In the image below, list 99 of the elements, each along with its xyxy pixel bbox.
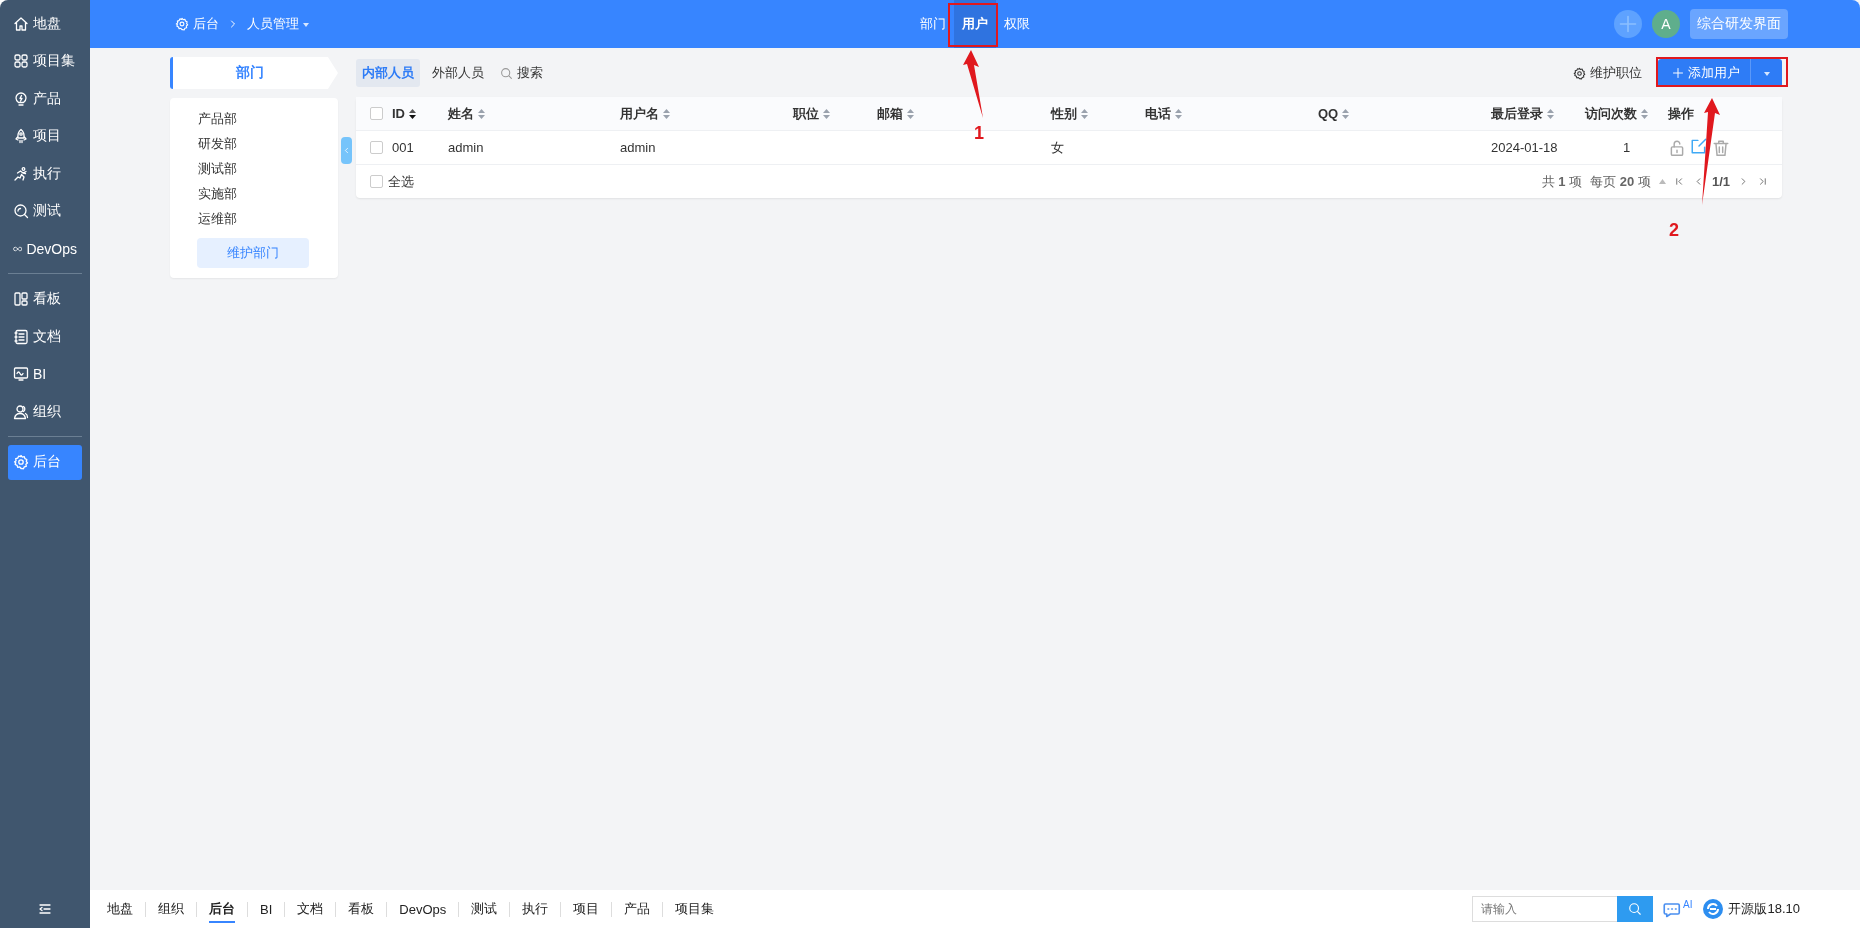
- runner-icon: [13, 165, 29, 182]
- search-icon: [13, 203, 29, 220]
- column-header: 姓名: [448, 104, 474, 123]
- plus-icon: [1672, 67, 1684, 79]
- column-header: 邮箱: [877, 104, 903, 123]
- search-icon: [500, 66, 513, 80]
- bottom-tab[interactable]: 看板: [336, 890, 387, 928]
- menu-icon: [37, 901, 53, 917]
- column-header: 电话: [1145, 104, 1171, 123]
- bottom-tab[interactable]: 执行: [510, 890, 561, 928]
- table-cell: 1: [1622, 140, 1631, 155]
- logo-icon: [1702, 898, 1725, 920]
- column-header: 操作: [1668, 104, 1694, 123]
- sidebar-item[interactable]: 文档: [8, 319, 82, 355]
- bottom-tab[interactable]: 项目集: [663, 890, 727, 928]
- settings-icon: [175, 17, 189, 31]
- highlight-box: [948, 3, 998, 47]
- select-all-label[interactable]: 全选: [388, 172, 414, 191]
- last-page-icon: [1757, 176, 1768, 187]
- search-icon: [1628, 902, 1642, 916]
- sidebar-item[interactable]: 项目: [8, 118, 82, 154]
- trash-icon: [1712, 138, 1730, 157]
- total-count: 共 1 项: [1541, 172, 1583, 191]
- sidebar-item[interactable]: 看板: [8, 281, 82, 317]
- sidebar-item[interactable]: BI: [8, 356, 82, 392]
- sidebar-item[interactable]: 后台: [8, 444, 82, 480]
- settings-icon: [1573, 66, 1586, 80]
- search-field[interactable]: 请输入: [1472, 896, 1617, 922]
- table-cell: 女: [1051, 139, 1064, 155]
- breadcrumb-link[interactable]: 后台: [193, 15, 219, 33]
- table-cell: 001: [392, 140, 414, 155]
- sidebar-item[interactable]: 产品: [8, 81, 82, 117]
- bottom-tab[interactable]: 产品: [612, 890, 663, 928]
- bottom-tab[interactable]: 测试: [459, 890, 510, 928]
- annotation-number: 1: [974, 123, 984, 144]
- column-header: 访问次数: [1585, 104, 1637, 123]
- filter-tab[interactable]: 外部人员: [426, 59, 490, 87]
- bottom-tab[interactable]: 地盘: [95, 890, 145, 928]
- column-header: QQ: [1318, 106, 1339, 121]
- column-header: 用户名: [620, 104, 659, 123]
- bottom-tab[interactable]: BI: [248, 890, 285, 928]
- bottom-tab[interactable]: 文档: [285, 890, 336, 928]
- department-item[interactable]: 研发部: [170, 131, 338, 156]
- settings-icon: [13, 454, 29, 471]
- bottom-tab[interactable]: DevOps: [387, 890, 459, 928]
- checkbox[interactable]: [370, 107, 383, 120]
- department-item[interactable]: 产品部: [170, 106, 338, 131]
- panel-tab[interactable]: 部门: [170, 57, 338, 89]
- column-header: 职位: [793, 104, 819, 123]
- department-item[interactable]: 运维部: [170, 206, 338, 231]
- sidebar-item[interactable]: 执行: [8, 156, 82, 192]
- lightbulb-icon: [13, 90, 29, 107]
- sidebar-item[interactable]: 地盘: [8, 6, 82, 42]
- sidebar-item[interactable]: 项目集: [8, 43, 82, 79]
- sidebar-item[interactable]: DevOps: [8, 231, 82, 267]
- search-link[interactable]: 搜索: [517, 64, 543, 82]
- nav-tab[interactable]: 用户: [954, 0, 996, 48]
- bottom-tab[interactable]: 后台: [197, 890, 247, 928]
- search-button[interactable]: [1617, 896, 1653, 922]
- bottom-tab[interactable]: 项目: [561, 890, 612, 928]
- department-item[interactable]: 测试部: [170, 156, 338, 181]
- bottom-tab[interactable]: 组织: [146, 890, 196, 928]
- table-cell: admin: [620, 140, 656, 155]
- maintain-positions-link[interactable]: 维护职位: [1590, 64, 1642, 82]
- nav-tab[interactable]: 部门: [912, 0, 954, 48]
- edit-icon: [1690, 137, 1708, 155]
- document-icon: [13, 328, 29, 345]
- grid-icon: [13, 53, 29, 70]
- user-icon: [13, 403, 29, 420]
- add-circle-button[interactable]: [1614, 10, 1642, 38]
- annotation-arrow: [963, 50, 983, 118]
- department-item[interactable]: 实施部: [170, 181, 338, 206]
- collapse-handle[interactable]: [341, 137, 352, 164]
- chevron-left-icon: [342, 146, 351, 155]
- version-label[interactable]: 开源版18.10: [1728, 900, 1800, 918]
- first-page-icon: [1673, 176, 1685, 187]
- table-cell: 2024-01-18: [1491, 140, 1558, 155]
- rocket-icon: [13, 128, 29, 145]
- plus-icon: [1618, 14, 1638, 34]
- board-icon: [13, 291, 29, 308]
- column-header: 性别: [1051, 104, 1077, 123]
- caret-icon: [1658, 179, 1666, 184]
- checkbox[interactable]: [370, 141, 383, 154]
- page-indicator: 1/1: [1711, 174, 1730, 189]
- breadcrumb-link[interactable]: 人员管理: [247, 15, 299, 33]
- sidebar-item[interactable]: 组织: [8, 394, 82, 430]
- ai-label: AI: [1683, 899, 1693, 910]
- nav-tab[interactable]: 权限: [996, 0, 1038, 48]
- annotation-number: 2: [1669, 220, 1679, 241]
- table-cell: admin: [448, 140, 484, 155]
- sidebar-item[interactable]: 测试: [8, 193, 82, 229]
- checkbox[interactable]: [370, 175, 383, 188]
- sort-icon[interactable]: [408, 107, 417, 120]
- column-header: 最后登录: [1491, 104, 1543, 123]
- lock-icon: [1668, 138, 1686, 157]
- column-header: ID: [392, 106, 405, 121]
- monitor-icon: [13, 366, 29, 383]
- page-size-selector[interactable]: 每页 20 项: [1590, 172, 1651, 191]
- home-icon: [13, 15, 29, 32]
